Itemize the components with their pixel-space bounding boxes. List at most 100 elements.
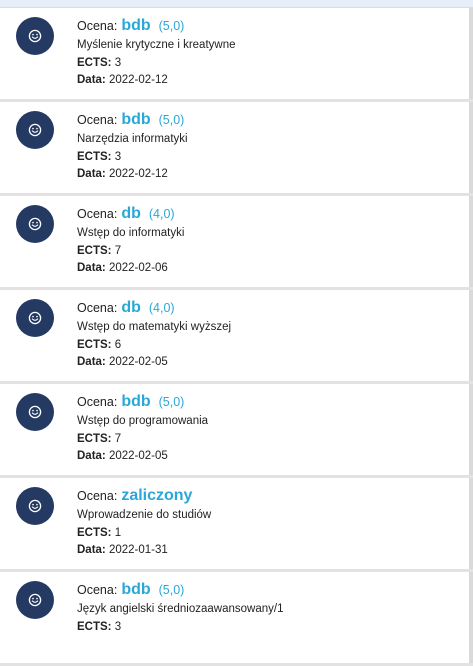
grade-avatar xyxy=(16,581,54,619)
ects-label: ECTS: xyxy=(77,526,112,539)
ects-line: ECTS: 1 xyxy=(77,525,463,543)
grade-card[interactable]: Ocena: bdb (5,0) Narzędzia informatyki E… xyxy=(0,102,473,196)
grade-card-content: Ocena: bdb (5,0) Język angielski średnio… xyxy=(77,581,463,636)
date-value: 2022-02-12 xyxy=(108,168,168,180)
course-name: Wstęp do programowania xyxy=(77,415,209,427)
grade-label: Ocena: xyxy=(77,395,118,409)
grade-avatar xyxy=(16,205,54,243)
grade-numeric: (4,0) xyxy=(148,301,175,315)
grade-card[interactable]: Ocena: bdb (5,0) Wstęp do programowania … xyxy=(0,384,473,478)
date-line: Data: 2022-02-12 xyxy=(77,166,463,184)
grade-value: bdb xyxy=(121,581,151,598)
date-line: Data: 2022-02-05 xyxy=(77,354,463,372)
ects-value: 7 xyxy=(114,244,122,257)
smiley-face-icon xyxy=(28,29,42,43)
grade-avatar xyxy=(16,487,54,525)
grade-value: bdb xyxy=(121,393,151,410)
ects-line: ECTS: 3 xyxy=(77,55,463,73)
grade-line: Ocena: bdb (5,0) xyxy=(77,581,463,601)
date-value: 2022-02-05 xyxy=(108,450,168,462)
card-edge-shadow xyxy=(469,478,473,569)
grade-card-content: Ocena: db (4,0) Wstęp do matematyki wyżs… xyxy=(77,299,463,372)
smiley-face-icon xyxy=(28,311,42,325)
date-value: 2022-02-05 xyxy=(108,356,168,368)
smiley-face-icon xyxy=(28,405,42,419)
grade-card[interactable]: Ocena: db (4,0) Wstęp do matematyki wyżs… xyxy=(0,290,473,384)
ects-value: 6 xyxy=(114,338,122,351)
grade-card-content: Ocena: bdb (5,0) Narzędzia informatyki E… xyxy=(77,111,463,184)
grade-numeric: (5,0) xyxy=(158,113,185,127)
grade-label: Ocena: xyxy=(77,583,118,597)
grade-label: Ocena: xyxy=(77,19,118,33)
smiley-face-icon xyxy=(28,123,42,137)
grade-value: bdb xyxy=(121,17,151,34)
smiley-face-icon xyxy=(28,499,42,513)
card-edge-shadow xyxy=(469,102,473,193)
grade-label: Ocena: xyxy=(77,113,118,127)
ects-value: 7 xyxy=(114,432,122,445)
grade-label: Ocena: xyxy=(77,301,118,315)
date-label: Data: xyxy=(77,356,106,368)
grade-line: Ocena: db (4,0) xyxy=(77,205,463,225)
grade-card[interactable]: Ocena: zaliczony Wprowadzenie do studiów… xyxy=(0,478,473,572)
smiley-face-icon xyxy=(28,217,42,231)
course-name: Wstęp do informatyki xyxy=(77,227,185,239)
course-name: Myślenie krytyczne i kreatywne xyxy=(77,39,236,51)
card-edge-shadow xyxy=(469,384,473,475)
grade-card-content: Ocena: bdb (5,0) Myślenie krytyczne i kr… xyxy=(77,17,463,90)
ects-value: 3 xyxy=(114,56,122,69)
ects-label: ECTS: xyxy=(77,338,112,351)
card-edge-shadow xyxy=(469,572,473,663)
grade-card[interactable]: Ocena: bdb (5,0) Myślenie krytyczne i kr… xyxy=(0,8,473,102)
course-name: Wstęp do matematyki wyższej xyxy=(77,321,232,333)
ects-value: 1 xyxy=(114,526,122,539)
top-header-strip xyxy=(0,0,473,8)
ects-line: ECTS: 3 xyxy=(77,149,463,167)
date-label: Data: xyxy=(77,74,106,86)
grade-line: Ocena: db (4,0) xyxy=(77,299,463,319)
ects-line: ECTS: 7 xyxy=(77,431,463,449)
date-line: Data: 2022-02-05 xyxy=(77,448,463,466)
grade-avatar xyxy=(16,393,54,431)
ects-label: ECTS: xyxy=(77,56,112,69)
card-edge-shadow xyxy=(469,290,473,381)
grades-list: Ocena: bdb (5,0) Myślenie krytyczne i kr… xyxy=(0,8,473,666)
ects-label: ECTS: xyxy=(77,150,112,163)
grade-avatar xyxy=(16,17,54,55)
grade-card[interactable]: Ocena: bdb (5,0) Język angielski średnio… xyxy=(0,572,473,666)
ects-value: 3 xyxy=(114,150,122,163)
grade-value: bdb xyxy=(121,111,151,128)
grade-line: Ocena: zaliczony xyxy=(77,487,463,507)
grade-label: Ocena: xyxy=(77,207,118,221)
grade-numeric: (5,0) xyxy=(158,19,185,33)
grade-numeric: (5,0) xyxy=(158,583,185,597)
date-value: 2022-02-06 xyxy=(108,262,168,274)
grade-avatar xyxy=(16,299,54,337)
course-name: Narzędzia informatyki xyxy=(77,133,188,145)
date-label: Data: xyxy=(77,450,106,462)
date-line: Data: 2022-02-06 xyxy=(77,260,463,278)
card-edge-shadow xyxy=(469,8,473,99)
ects-line: ECTS: 6 xyxy=(77,337,463,355)
grade-line: Ocena: bdb (5,0) xyxy=(77,111,463,131)
date-value: 2022-01-31 xyxy=(108,544,168,556)
card-edge-shadow xyxy=(469,196,473,287)
grade-value: db xyxy=(121,299,141,316)
grade-value: db xyxy=(121,205,141,222)
date-value: 2022-02-12 xyxy=(108,74,168,86)
smiley-face-icon xyxy=(28,593,42,607)
date-line: Data: 2022-02-12 xyxy=(77,72,463,90)
course-name: Język angielski średniozaawansowany/1 xyxy=(77,603,284,615)
grade-label: Ocena: xyxy=(77,489,118,503)
grade-card-content: Ocena: zaliczony Wprowadzenie do studiów… xyxy=(77,487,463,560)
ects-label: ECTS: xyxy=(77,620,112,633)
grade-numeric: (4,0) xyxy=(148,207,175,221)
grade-card[interactable]: Ocena: db (4,0) Wstęp do informatyki ECT… xyxy=(0,196,473,290)
date-line: Data: 2022-01-31 xyxy=(77,542,463,560)
grade-avatar xyxy=(16,111,54,149)
ects-value: 3 xyxy=(114,620,122,633)
grade-line: Ocena: bdb (5,0) xyxy=(77,393,463,413)
ects-line: ECTS: 3 xyxy=(77,619,463,637)
course-name: Wprowadzenie do studiów xyxy=(77,509,212,521)
date-label: Data: xyxy=(77,544,106,556)
